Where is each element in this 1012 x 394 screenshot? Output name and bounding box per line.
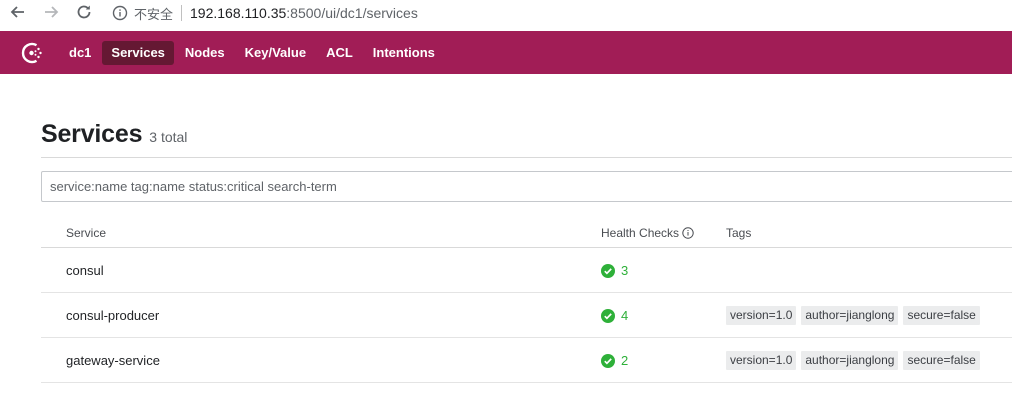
forward-arrow-icon[interactable] [41, 2, 61, 22]
tag-list: version=1.0 author=jianglong secure=fals… [726, 351, 985, 370]
column-header-tags: Tags [726, 226, 752, 240]
nav-acl[interactable]: ACL [317, 41, 362, 65]
passing-checks-count: 3 [621, 263, 629, 278]
help-icon[interactable] [682, 227, 694, 239]
tag: secure=false [903, 351, 980, 370]
check-circle-icon [601, 308, 615, 323]
service-count: 3 total [149, 129, 188, 145]
tag-list: version=1.0 author=jianglong secure=fals… [726, 306, 985, 325]
nav-key-value[interactable]: Key/Value [236, 41, 315, 65]
table-row[interactable]: gateway-service 2 version=1.0 author=jia… [41, 338, 1012, 383]
check-circle-icon [601, 263, 615, 278]
browser-toolbar: 不安全 192.168.110.35:8500/ui/dc1/services [0, 0, 1012, 30]
back-arrow-icon[interactable] [8, 2, 28, 22]
heading-divider [41, 157, 1012, 158]
consul-logo-icon[interactable] [18, 39, 46, 67]
check-circle-icon [601, 353, 615, 368]
datacenter-selector[interactable]: dc1 [60, 41, 100, 65]
info-icon[interactable] [112, 5, 128, 21]
health-status: 3 [601, 263, 628, 278]
nav-intentions[interactable]: Intentions [364, 41, 444, 65]
service-name[interactable]: gateway-service [66, 353, 160, 368]
table-header: Service Health Checks Tags [41, 218, 1012, 248]
health-status: 2 [601, 353, 628, 368]
url-path: :8500/ui/dc1/services [286, 5, 418, 21]
tag: author=jianglong [801, 351, 899, 370]
column-header-health: Health Checks [601, 226, 694, 240]
search-input[interactable] [42, 172, 1012, 201]
tag: author=jianglong [801, 306, 899, 325]
insecure-label: 不安全 [134, 7, 174, 23]
reload-icon[interactable] [74, 2, 94, 22]
column-header-service[interactable]: Service [66, 226, 106, 240]
tag: secure=false [903, 306, 980, 325]
services-table: Service Health Checks Tags consul 3 cons… [41, 218, 1012, 383]
url-host: 192.168.110.35 [190, 5, 287, 21]
page-title: Services [41, 120, 143, 148]
address-bar[interactable]: 不安全 192.168.110.35:8500/ui/dc1/services [112, 2, 418, 24]
health-checks-label: Health Checks [601, 226, 680, 240]
tag: version=1.0 [726, 306, 797, 325]
passing-checks-count: 2 [621, 353, 629, 368]
top-navigation: dc1 Services Nodes Key/Value ACL Intenti… [0, 31, 1012, 74]
tag: version=1.0 [726, 351, 797, 370]
passing-checks-count: 4 [621, 308, 629, 323]
service-name[interactable]: consul [66, 263, 104, 278]
nav-nodes[interactable]: Nodes [176, 41, 234, 65]
service-name[interactable]: consul-producer [66, 308, 159, 323]
nav-services[interactable]: Services [102, 41, 174, 65]
search-box [41, 171, 1012, 202]
table-row[interactable]: consul-producer 4 version=1.0 author=jia… [41, 293, 1012, 338]
address-divider [181, 5, 183, 21]
table-row[interactable]: consul 3 [41, 248, 1012, 293]
page-header: Services 3 total [41, 120, 187, 149]
health-status: 4 [601, 308, 628, 323]
